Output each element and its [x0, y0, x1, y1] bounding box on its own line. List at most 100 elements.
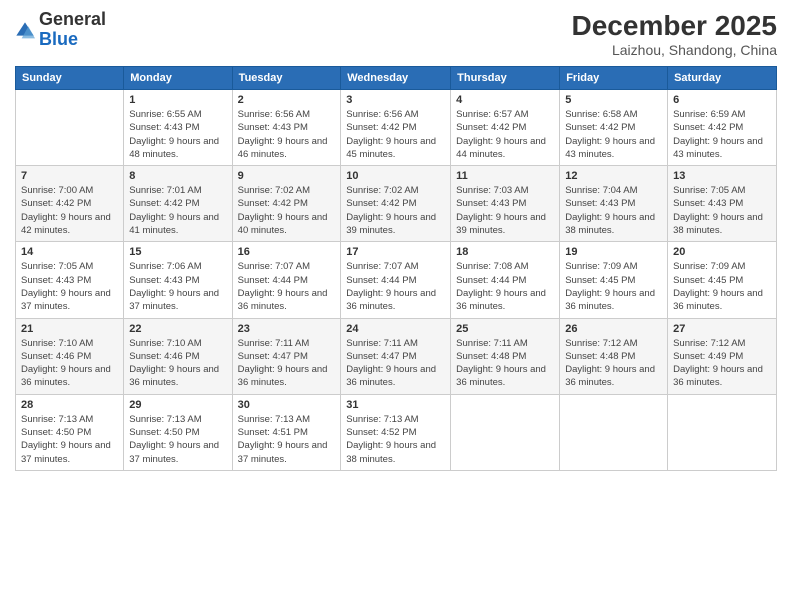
- day-info: Sunrise: 7:09 AMSunset: 4:45 PMDaylight:…: [565, 260, 662, 313]
- day-number: 28: [21, 399, 118, 411]
- calendar-cell: 21Sunrise: 7:10 AMSunset: 4:46 PMDayligh…: [16, 318, 124, 394]
- day-info: Sunrise: 7:13 AMSunset: 4:52 PMDaylight:…: [346, 413, 445, 466]
- calendar-cell: 7Sunrise: 7:00 AMSunset: 4:42 PMDaylight…: [16, 166, 124, 242]
- day-header: Thursday: [451, 67, 560, 90]
- title-block: December 2025 Laizhou, Shandong, China: [572, 10, 777, 58]
- day-info: Sunrise: 7:09 AMSunset: 4:45 PMDaylight:…: [673, 260, 771, 313]
- day-number: 20: [673, 246, 771, 258]
- day-number: 15: [129, 246, 226, 258]
- day-number: 5: [565, 94, 662, 106]
- day-number: 27: [673, 323, 771, 335]
- calendar-cell: 29 Sunrise: 7:13 AMSunset: 4:50 PMDayligh…: [124, 394, 232, 470]
- day-number: 29: [129, 399, 226, 411]
- calendar-week-row: 7Sunrise: 7:00 AMSunset: 4:42 PMDaylight…: [16, 166, 777, 242]
- day-header: Wednesday: [341, 67, 451, 90]
- main-container: General Blue December 2025 Laizhou, Shan…: [0, 0, 792, 481]
- day-number: 23: [238, 323, 336, 335]
- calendar-cell: 2Sunrise: 6:56 AMSunset: 4:43 PMDaylight…: [232, 90, 341, 166]
- calendar-cell: 26Sunrise: 7:12 AMSunset: 4:48 PMDayligh…: [560, 318, 668, 394]
- day-info: Sunrise: 7:11 AMSunset: 4:47 PMDaylight:…: [238, 337, 336, 390]
- calendar-cell: 28 Sunrise: 7:13 AMSunset: 4:50 PMDayligh…: [16, 394, 124, 470]
- day-number: 30: [238, 399, 336, 411]
- calendar-cell: [451, 394, 560, 470]
- logo: General Blue: [15, 10, 106, 50]
- day-info: Sunrise: 7:07 AMSunset: 4:44 PMDaylight:…: [238, 260, 336, 313]
- day-number: 16: [238, 246, 336, 258]
- day-header: Tuesday: [232, 67, 341, 90]
- day-info: Sunrise: 7:02 AMSunset: 4:42 PMDaylight:…: [238, 184, 336, 237]
- calendar-cell: 11 Sunrise: 7:03 AMSunset: 4:43 PMDayligh…: [451, 166, 560, 242]
- calendar-cell: 31 Sunrise: 7:13 AMSunset: 4:52 PMDayligh…: [341, 394, 451, 470]
- calendar-table: SundayMondayTuesdayWednesdayThursdayFrid…: [15, 66, 777, 471]
- day-info: Sunrise: 7:08 AMSunset: 4:44 PMDaylight:…: [456, 260, 554, 313]
- calendar-week-row: 1Sunrise: 6:55 AMSunset: 4:43 PMDaylight…: [16, 90, 777, 166]
- calendar-cell: 14 Sunrise: 7:05 AMSunset: 4:43 PMDayligh…: [16, 242, 124, 318]
- calendar-header-row: SundayMondayTuesdayWednesdayThursdayFrid…: [16, 67, 777, 90]
- calendar-week-row: 14 Sunrise: 7:05 AMSunset: 4:43 PMDayligh…: [16, 242, 777, 318]
- calendar-cell: 5Sunrise: 6:58 AMSunset: 4:42 PMDaylight…: [560, 90, 668, 166]
- day-info: Sunrise: 7:06 AMSunset: 4:43 PMDaylight:…: [129, 260, 226, 313]
- day-info: Sunrise: 6:57 AMSunset: 4:42 PMDaylight:…: [456, 108, 554, 161]
- calendar-cell: 8 Sunrise: 7:01 AMSunset: 4:42 PMDaylight…: [124, 166, 232, 242]
- calendar-cell: [560, 394, 668, 470]
- logo-general: General: [39, 10, 106, 30]
- calendar-week-row: 28 Sunrise: 7:13 AMSunset: 4:50 PMDayligh…: [16, 394, 777, 470]
- calendar-cell: 30 Sunrise: 7:13 AMSunset: 4:51 PMDayligh…: [232, 394, 341, 470]
- day-info: Sunrise: 7:04 AMSunset: 4:43 PMDaylight:…: [565, 184, 662, 237]
- day-number: 14: [21, 246, 118, 258]
- calendar-cell: 12 Sunrise: 7:04 AMSunset: 4:43 PMDayligh…: [560, 166, 668, 242]
- calendar-cell: 24 Sunrise: 7:11 AMSunset: 4:47 PMDayligh…: [341, 318, 451, 394]
- day-info: Sunrise: 7:02 AMSunset: 4:42 PMDaylight:…: [346, 184, 445, 237]
- calendar-cell: 16 Sunrise: 7:07 AMSunset: 4:44 PMDayligh…: [232, 242, 341, 318]
- day-number: 11: [456, 170, 554, 182]
- day-number: 13: [673, 170, 771, 182]
- day-number: 4: [456, 94, 554, 106]
- day-number: 3: [346, 94, 445, 106]
- day-number: 6: [673, 94, 771, 106]
- day-info: Sunrise: 7:12 AMSunset: 4:49 PMDaylight:…: [673, 337, 771, 390]
- day-number: 10: [346, 170, 445, 182]
- calendar-cell: [16, 90, 124, 166]
- calendar-cell: 3 Sunrise: 6:56 AMSunset: 4:42 PMDaylight…: [341, 90, 451, 166]
- location: Laizhou, Shandong, China: [572, 42, 777, 58]
- calendar-cell: 27 Sunrise: 7:12 AMSunset: 4:49 PMDayligh…: [668, 318, 777, 394]
- day-number: 1: [129, 94, 226, 106]
- day-info: Sunrise: 7:05 AMSunset: 4:43 PMDaylight:…: [21, 260, 118, 313]
- day-info: Sunrise: 7:13 AMSunset: 4:51 PMDaylight:…: [238, 413, 336, 466]
- calendar-cell: 25Sunrise: 7:11 AMSunset: 4:48 PMDayligh…: [451, 318, 560, 394]
- day-info: Sunrise: 7:12 AMSunset: 4:48 PMDaylight:…: [565, 337, 662, 390]
- month-title: December 2025: [572, 10, 777, 42]
- calendar-cell: 23 Sunrise: 7:11 AMSunset: 4:47 PMDayligh…: [232, 318, 341, 394]
- day-number: 8: [129, 170, 226, 182]
- day-info: Sunrise: 6:56 AMSunset: 4:43 PMDaylight:…: [238, 108, 336, 161]
- day-info: Sunrise: 7:13 AMSunset: 4:50 PMDaylight:…: [21, 413, 118, 466]
- day-info: Sunrise: 7:03 AMSunset: 4:43 PMDaylight:…: [456, 184, 554, 237]
- day-number: 12: [565, 170, 662, 182]
- day-info: Sunrise: 7:10 AMSunset: 4:46 PMDaylight:…: [129, 337, 226, 390]
- calendar-cell: 9Sunrise: 7:02 AMSunset: 4:42 PMDaylight…: [232, 166, 341, 242]
- day-info: Sunrise: 6:59 AMSunset: 4:42 PMDaylight:…: [673, 108, 771, 161]
- day-number: 31: [346, 399, 445, 411]
- day-info: Sunrise: 7:13 AMSunset: 4:50 PMDaylight:…: [129, 413, 226, 466]
- day-info: Sunrise: 7:01 AMSunset: 4:42 PMDaylight:…: [129, 184, 226, 237]
- calendar-cell: 17Sunrise: 7:07 AMSunset: 4:44 PMDayligh…: [341, 242, 451, 318]
- day-header: Sunday: [16, 67, 124, 90]
- calendar-cell: 10 Sunrise: 7:02 AMSunset: 4:42 PMDayligh…: [341, 166, 451, 242]
- day-info: Sunrise: 7:00 AMSunset: 4:42 PMDaylight:…: [21, 184, 118, 237]
- calendar-cell: 20 Sunrise: 7:09 AMSunset: 4:45 PMDayligh…: [668, 242, 777, 318]
- calendar-cell: 1Sunrise: 6:55 AMSunset: 4:43 PMDaylight…: [124, 90, 232, 166]
- day-number: 22: [129, 323, 226, 335]
- calendar-cell: 13 Sunrise: 7:05 AMSunset: 4:43 PMDayligh…: [668, 166, 777, 242]
- calendar-cell: 4 Sunrise: 6:57 AMSunset: 4:42 PMDaylight…: [451, 90, 560, 166]
- day-header: Friday: [560, 67, 668, 90]
- logo-blue: Blue: [39, 30, 106, 50]
- day-info: Sunrise: 6:56 AMSunset: 4:42 PMDaylight:…: [346, 108, 445, 161]
- day-number: 17: [346, 246, 445, 258]
- day-number: 24: [346, 323, 445, 335]
- day-info: Sunrise: 7:05 AMSunset: 4:43 PMDaylight:…: [673, 184, 771, 237]
- logo-text: General Blue: [39, 10, 106, 50]
- day-info: Sunrise: 7:11 AMSunset: 4:48 PMDaylight:…: [456, 337, 554, 390]
- day-info: Sunrise: 7:10 AMSunset: 4:46 PMDaylight:…: [21, 337, 118, 390]
- day-header: Monday: [124, 67, 232, 90]
- day-info: Sunrise: 7:11 AMSunset: 4:47 PMDaylight:…: [346, 337, 445, 390]
